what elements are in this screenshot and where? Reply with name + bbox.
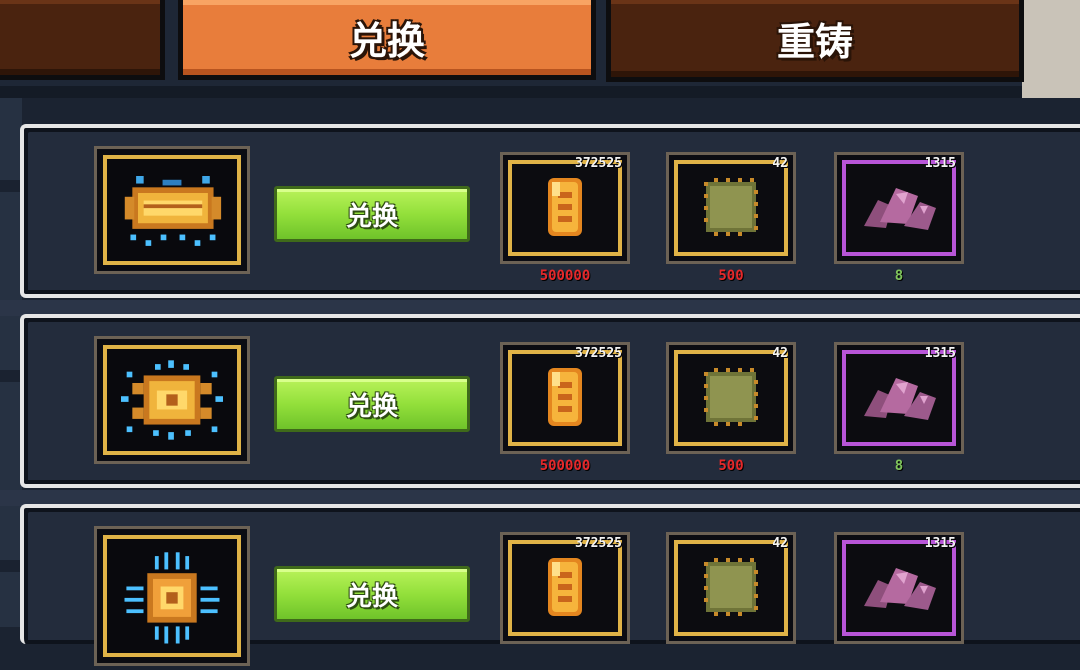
- equipment-relic-2-icon: [121, 360, 223, 440]
- cost-item-gold[interactable]: 372525 500000: [500, 152, 630, 290]
- tab-exchange[interactable]: 兑换: [178, 0, 596, 80]
- equipment-relic-3-icon: [124, 552, 220, 644]
- cost-item-ore[interactable]: 1315 8: [834, 342, 964, 480]
- equipment-slot[interactable]: [94, 526, 250, 666]
- tab-recast-label: 重铸: [776, 20, 853, 64]
- equipment-slot[interactable]: [94, 146, 250, 274]
- required-amount: 500000: [539, 458, 591, 474]
- exchange-button[interactable]: 兑换: [274, 186, 470, 242]
- exchange-button-label: 兑换: [345, 391, 398, 422]
- exchange-row: 兑换 372525 42 1315: [20, 504, 1080, 666]
- tab-bar-shadow: [0, 86, 1080, 98]
- tab-recast[interactable]: 重铸: [606, 0, 1024, 82]
- exchange-row: 兑换 372525 500000 42 500 1315 8: [20, 124, 1080, 298]
- owned-count: 372525: [575, 346, 622, 361]
- list-left-edge: [0, 98, 22, 627]
- owned-count: 1315: [924, 536, 956, 551]
- required-amount: 500: [718, 458, 744, 474]
- owned-count: 42: [772, 536, 788, 551]
- equipment-slot[interactable]: [94, 336, 250, 464]
- owned-count: 1315: [924, 156, 956, 171]
- window-frame-edge: [1022, 0, 1080, 98]
- owned-count: 42: [772, 156, 788, 171]
- exchange-button[interactable]: 兑换: [274, 566, 470, 622]
- exchange-button-label: 兑换: [345, 201, 398, 232]
- required-amount: 8: [894, 458, 904, 474]
- edge-notch: [0, 180, 22, 192]
- owned-count: 372525: [575, 156, 622, 171]
- required-amount: 500: [718, 268, 744, 284]
- equipment-relic-1-icon: [124, 176, 222, 246]
- cost-item-gold[interactable]: 372525 500000: [500, 342, 630, 480]
- cost-item-gold[interactable]: 372525: [500, 532, 630, 670]
- edge-notch: [0, 370, 22, 382]
- owned-count: 42: [772, 346, 788, 361]
- owned-count: 372525: [575, 536, 622, 551]
- tab-exchange-label: 兑换: [348, 19, 425, 63]
- edge-notch: [0, 560, 22, 572]
- cost-item-ore[interactable]: 1315 8: [834, 152, 964, 290]
- owned-count: 1315: [924, 346, 956, 361]
- cost-item-cloth[interactable]: 42 500: [666, 152, 796, 290]
- cost-item-cloth[interactable]: 42: [666, 532, 796, 670]
- tab-previous[interactable]: [0, 0, 165, 80]
- exchange-button[interactable]: 兑换: [274, 376, 470, 432]
- exchange-row: 兑换 372525 500000 42 500 1315 8: [20, 314, 1080, 488]
- required-amount: 500000: [539, 268, 591, 284]
- tab-bar: 兑换 重铸: [0, 0, 1080, 98]
- cost-item-ore[interactable]: 1315: [834, 532, 964, 670]
- required-amount: 8: [894, 268, 904, 284]
- exchange-button-label: 兑换: [345, 581, 398, 612]
- cost-item-cloth[interactable]: 42 500: [666, 342, 796, 480]
